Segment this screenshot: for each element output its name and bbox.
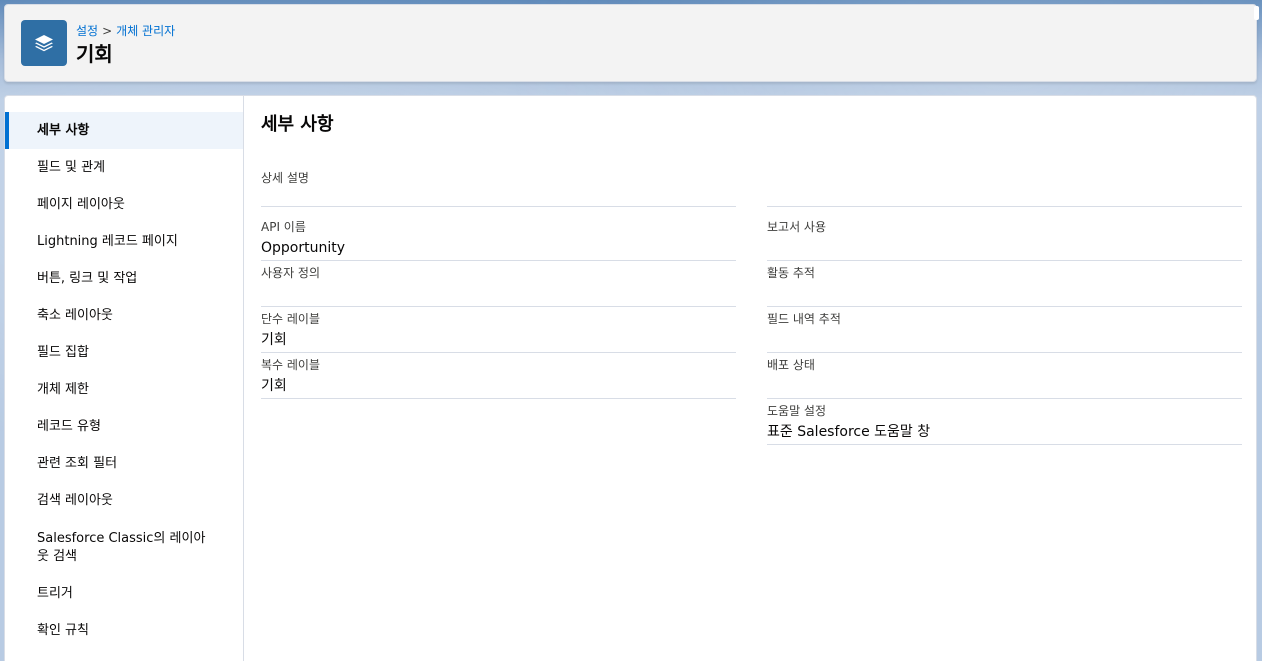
field-api-name: API 이름 Opportunity — [261, 219, 736, 261]
field-value — [767, 376, 1242, 396]
field-value — [767, 284, 1242, 304]
sidebar-item-field-sets[interactable]: 필드 집합 — [5, 334, 243, 371]
sidebar-item-related-lookup-filters[interactable]: 관련 조회 필터 — [5, 445, 243, 482]
field-value: 기회 — [261, 378, 287, 394]
field-value: 표준 Salesforce 도움말 창 — [767, 424, 931, 440]
field-label: 필드 내역 추적 — [767, 312, 841, 326]
sidebar-item-compact-layouts[interactable]: 축소 레이아웃 — [5, 297, 243, 334]
field-description: 상세 설명 — [261, 170, 736, 207]
sidebar-item-triggers[interactable]: 트리거 — [5, 575, 243, 612]
sidebar-item-page-layouts[interactable]: 페이지 레이아웃 — [5, 186, 243, 223]
breadcrumb: 설정 > 개체 관리자 — [76, 22, 175, 39]
page-title: 기회 — [76, 42, 113, 66]
stacked-layers-icon — [35, 35, 53, 52]
sidebar-item-validation-rules[interactable]: 확인 규칙 — [5, 612, 243, 649]
field-plural-label: 복수 레이블 기회 — [261, 357, 736, 399]
main-card: 세부 사항 필드 및 관계 페이지 레이아웃 Lightning 레코드 페이지… — [4, 95, 1257, 661]
field-label: 복수 레이블 — [261, 358, 321, 372]
field-track-activities: 활동 추적 — [767, 265, 1242, 307]
field-singular-label: 단수 레이블 기회 — [261, 311, 736, 353]
sidebar-item-classic-search-layouts[interactable]: Salesforce Classic의 레이아웃 검색 — [5, 519, 243, 575]
sidebar-item-object-limits[interactable]: 개체 제한 — [5, 371, 243, 408]
breadcrumb-link-object-manager[interactable]: 개체 관리자 — [116, 24, 175, 38]
sidebar-item-search-layouts[interactable]: 검색 레이아웃 — [5, 482, 243, 519]
page-header: 설정 > 개체 관리자 기회 — [4, 4, 1257, 82]
sidebar-item-fields-relationships[interactable]: 필드 및 관계 — [5, 149, 243, 186]
object-icon — [21, 20, 67, 66]
field-help-settings: 도움말 설정 표준 Salesforce 도움말 창 — [767, 403, 1242, 445]
field-enable-reports: 보고서 사용 — [767, 219, 1242, 261]
field-value — [767, 238, 1242, 258]
field-label: 사용자 정의 — [261, 266, 321, 280]
field-label: 활동 추적 — [767, 266, 815, 280]
breadcrumb-link-setup[interactable]: 설정 — [76, 24, 98, 38]
field-track-field-history: 필드 내역 추적 — [767, 311, 1242, 353]
sidebar-item-buttons-links-actions[interactable]: 버튼, 링크 및 작업 — [5, 260, 243, 297]
field-custom: 사용자 정의 — [261, 265, 736, 307]
scrollbar-thumb[interactable] — [1254, 6, 1259, 20]
field-label: 단수 레이블 — [261, 312, 321, 326]
section-title: 세부 사항 — [261, 114, 334, 135]
field-deployment-status: 배포 상태 — [767, 357, 1242, 399]
sidebar: 세부 사항 필드 및 관계 페이지 레이아웃 Lightning 레코드 페이지… — [5, 96, 244, 661]
field-description-spacer — [767, 170, 1242, 207]
sidebar-item-lightning-record-pages[interactable]: Lightning 레코드 페이지 — [5, 223, 243, 260]
field-value: 기회 — [261, 332, 287, 348]
field-label: API 이름 — [261, 220, 306, 234]
field-value — [767, 330, 1242, 350]
field-value: Opportunity — [261, 240, 346, 256]
field-value — [261, 189, 736, 209]
field-label: 보고서 사용 — [767, 220, 827, 234]
breadcrumb-separator: > — [102, 24, 113, 38]
field-label: 도움말 설정 — [767, 404, 827, 418]
sidebar-nav: 세부 사항 필드 및 관계 페이지 레이아웃 Lightning 레코드 페이지… — [5, 96, 243, 649]
field-label: 배포 상태 — [767, 358, 815, 372]
sidebar-item-details[interactable]: 세부 사항 — [5, 112, 243, 149]
field-label: 상세 설명 — [261, 171, 309, 185]
field-value — [261, 284, 736, 304]
sidebar-item-record-types[interactable]: 레코드 유형 — [5, 408, 243, 445]
